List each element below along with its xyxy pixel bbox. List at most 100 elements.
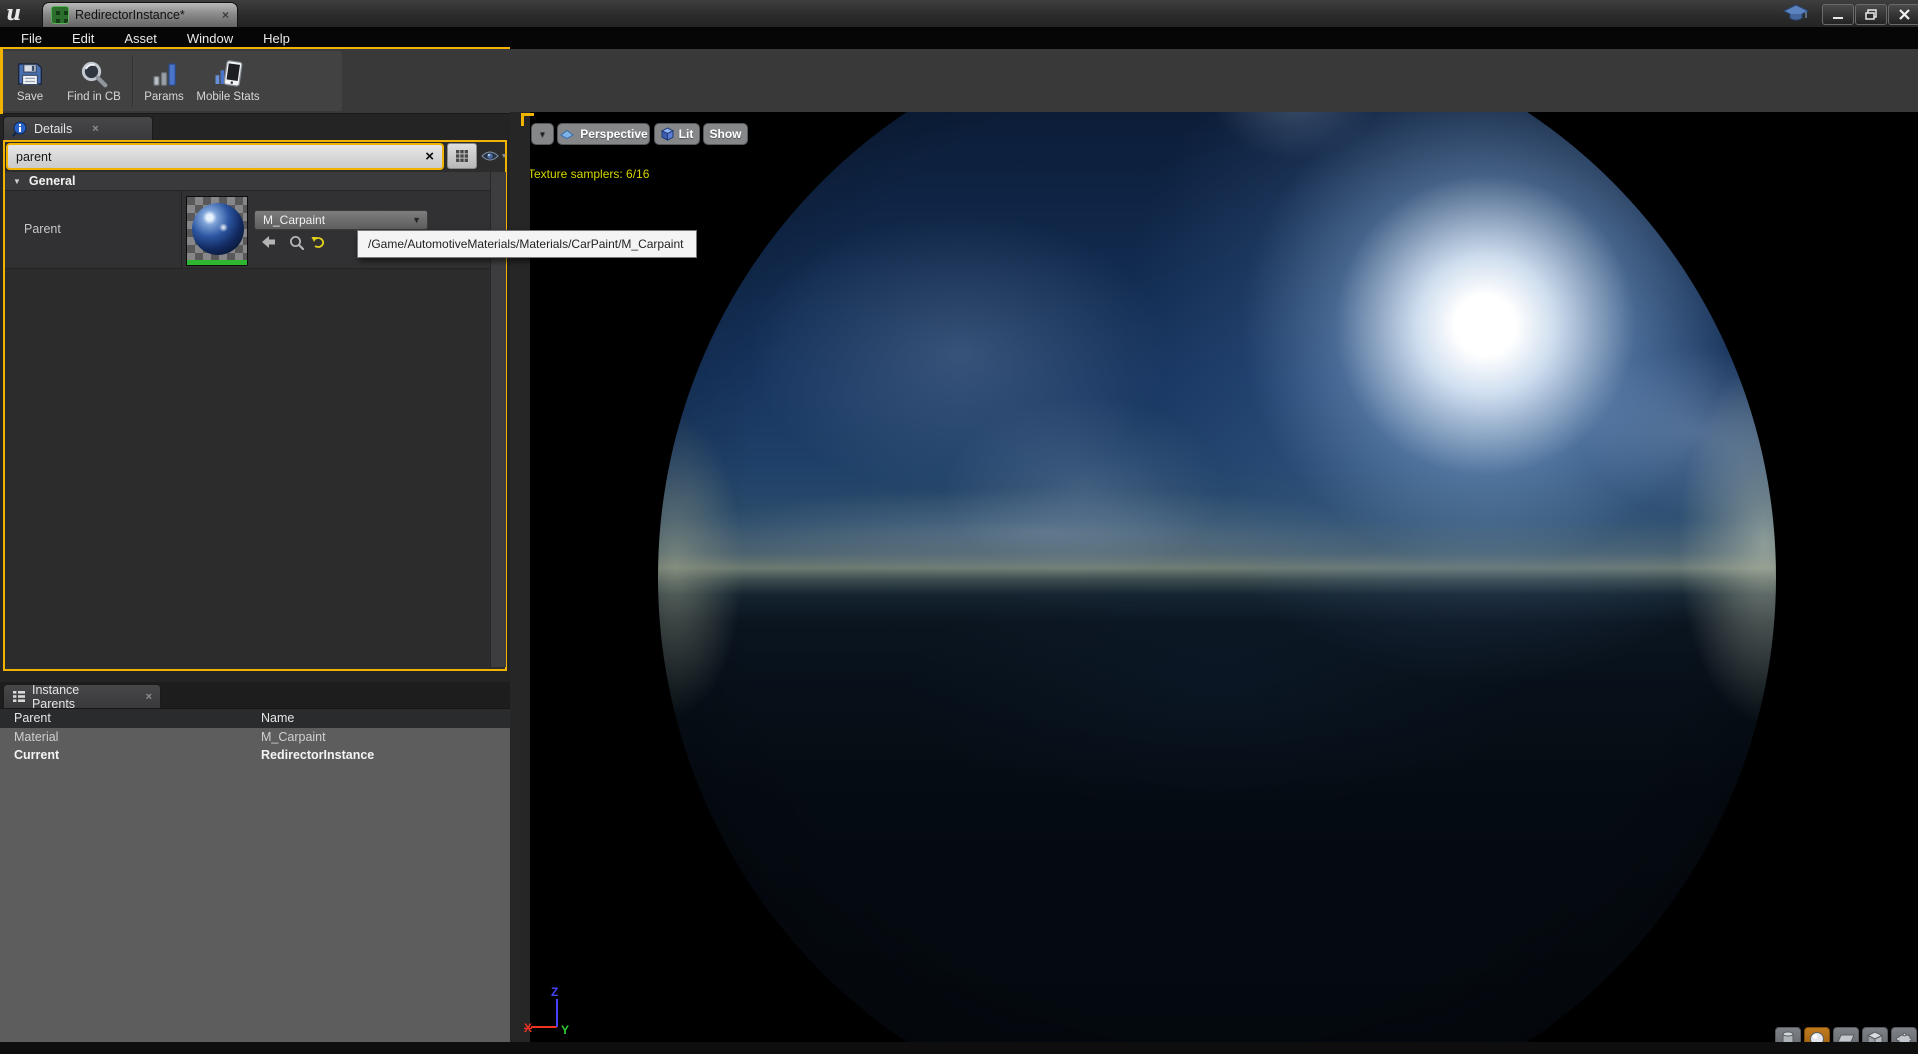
restore-button[interactable] [1855, 4, 1887, 25]
column-divider [181, 191, 182, 268]
menu-bar: File Edit Asset Window Help [0, 27, 1918, 49]
tooltip-text: /Game/AutomotiveMaterials/Materials/CarP… [368, 237, 683, 251]
focus-border-top [0, 47, 510, 49]
details-tab-close-icon[interactable]: × [92, 123, 98, 135]
parent-property-label: Parent [24, 222, 61, 236]
instance-parents-tab-label: Instance Parents [32, 683, 126, 711]
show-button[interactable]: Show [703, 123, 748, 145]
title-bar: u RedirectorInstance* × [0, 0, 1918, 28]
axis-z-label: Z [551, 985, 558, 999]
save-label: Save [17, 91, 43, 103]
menu-edit[interactable]: Edit [57, 31, 109, 46]
row-name-value: M_Carpaint [261, 730, 326, 744]
details-search-box: × [6, 143, 444, 170]
instance-parents-tab[interactable]: Instance Parents × [3, 684, 161, 708]
window-bottom-edge [0, 1042, 1918, 1054]
document-tab[interactable]: RedirectorInstance* × [42, 2, 238, 27]
minimize-icon [1832, 10, 1844, 20]
material-preview-sphere [192, 203, 244, 255]
parent-asset-name: M_Carpaint [255, 213, 412, 227]
minimize-button[interactable] [1822, 4, 1854, 25]
column-header-name: Name [261, 711, 294, 725]
mobile-stats-label: Mobile Stats [196, 91, 259, 103]
chevron-down-icon: ▼ [501, 153, 508, 160]
instance-parents-icon [12, 690, 26, 703]
tab-close-icon[interactable]: × [222, 8, 229, 22]
browse-to-asset-button[interactable] [286, 233, 306, 251]
instance-parents-body [0, 728, 510, 1042]
save-button[interactable]: Save [2, 51, 58, 111]
back-arrow-icon [260, 235, 276, 249]
thumbnail-glint [219, 223, 228, 232]
perspective-button[interactable]: Perspective [557, 123, 650, 145]
dropdown-caret-icon: ▼ [412, 215, 427, 225]
reset-undo-icon [311, 235, 326, 249]
general-section-header[interactable]: ▼ General [5, 172, 505, 191]
details-info-icon [12, 121, 28, 137]
perspective-label: Perspective [580, 127, 647, 141]
row-parent-value: Current [14, 748, 59, 762]
menu-help[interactable]: Help [248, 31, 305, 46]
lit-label: Lit [679, 127, 694, 141]
find-in-cb-label: Find in CB [67, 91, 121, 103]
collapse-triangle-icon: ▼ [13, 177, 21, 186]
menu-window[interactable]: Window [172, 31, 248, 46]
asset-path-tooltip: /Game/AutomotiveMaterials/Materials/CarP… [357, 230, 697, 258]
lit-button[interactable]: Lit [654, 123, 700, 145]
axis-y-label: Y [561, 1023, 569, 1037]
parent-material-thumbnail[interactable] [186, 196, 248, 266]
mobile-stats-button[interactable]: Mobile Stats [192, 51, 264, 111]
menu-file[interactable]: File [6, 31, 57, 46]
restore-icon [1865, 9, 1877, 20]
texture-samplers-stat: Texture samplers: 6/16 [530, 167, 649, 181]
find-in-cb-button[interactable]: Find in CB [58, 51, 130, 111]
perspective-icon [559, 129, 575, 140]
viewport-caret-icon: ▼ [539, 130, 547, 139]
asset-color-bar [187, 260, 247, 265]
browse-magnifier-icon [289, 235, 304, 250]
table-row-material[interactable]: Material M_Carpaint [0, 728, 510, 746]
close-button[interactable] [1888, 4, 1918, 25]
unreal-logo-icon: u [6, 0, 21, 25]
parent-asset-dropdown[interactable]: M_Carpaint ▼ [254, 210, 428, 230]
document-tab-title: RedirectorInstance* [75, 8, 185, 22]
column-header-parent: Parent [14, 711, 51, 725]
viewport-focus-corner [521, 113, 524, 126]
magnifier-icon [79, 59, 109, 89]
table-row-current[interactable]: Current RedirectorInstance [0, 746, 510, 764]
params-label: Params [144, 91, 184, 103]
toolbar-separator [132, 55, 134, 107]
show-label: Show [710, 127, 742, 141]
viewport-options-button[interactable]: ▼ [531, 123, 554, 145]
general-section-label: General [29, 174, 76, 188]
save-icon [15, 59, 45, 89]
search-input[interactable] [8, 150, 417, 164]
property-matrix-button[interactable] [447, 143, 477, 169]
eye-icon [481, 150, 499, 162]
row-parent-value: Material [14, 730, 58, 744]
preview-viewport[interactable]: ▼ Perspective Lit Show Texture samplers:… [530, 112, 1918, 1042]
tutorial-cap-icon[interactable] [1782, 3, 1810, 29]
material-instance-editor-window: u RedirectorInstance* × File Edit Asset … [0, 0, 1918, 1054]
details-tab-label: Details [34, 122, 72, 136]
axis-x-label: X [524, 1021, 532, 1035]
grid-icon [455, 149, 469, 163]
menu-asset[interactable]: Asset [109, 31, 172, 46]
use-selected-button[interactable] [258, 233, 278, 251]
axis-gizmo: X Z Y [523, 983, 575, 1043]
instance-parents-close-icon[interactable]: × [146, 691, 152, 703]
reset-to-default-button[interactable] [308, 233, 328, 251]
search-clear-icon[interactable]: × [417, 149, 442, 164]
lit-cube-icon [661, 127, 674, 141]
material-instance-icon [51, 6, 69, 24]
view-options-button[interactable]: ▼ [480, 143, 508, 169]
params-bars-icon [149, 59, 179, 89]
params-button[interactable]: Params [136, 51, 192, 111]
close-icon [1899, 9, 1910, 20]
instance-parents-header-row: Parent Name [0, 708, 510, 729]
preview-sphere-mesh[interactable] [658, 112, 1776, 1042]
mobile-stats-icon [213, 59, 243, 89]
details-tab[interactable]: Details × [3, 116, 153, 140]
row-name-value: RedirectorInstance [261, 748, 374, 762]
toolbar-button-group: Save Find in CB Params Mobile Stats [2, 51, 342, 111]
